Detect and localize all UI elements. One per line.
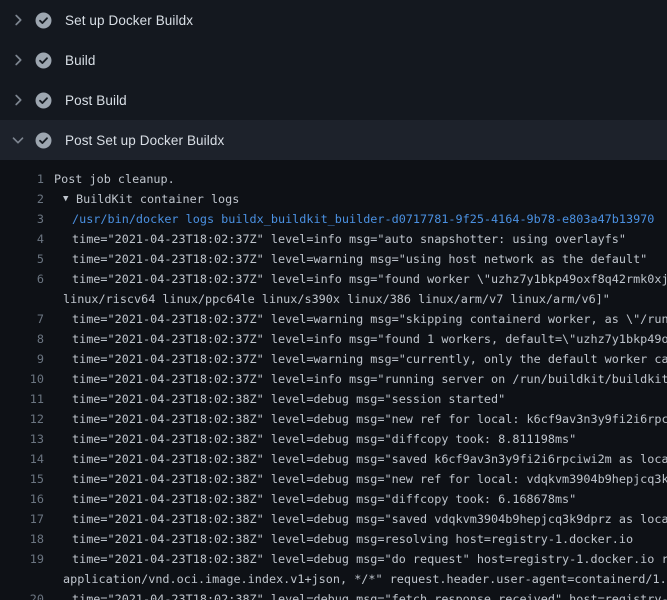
log-line: 11 time="2021-04-23T18:02:38Z" level=debu… [0,389,667,409]
log-line: 7 time="2021-04-23T18:02:37Z" level=warni… [0,309,667,329]
log-line: 20 time="2021-04-23T18:02:38Z" level=debu… [0,589,667,600]
log-group-title[interactable]: BuildKit container logs [76,189,239,209]
check-circle-icon [35,92,52,109]
log-line: 3/usr/bin/docker logs buildx_buildkit_bu… [0,209,667,229]
log-line-number[interactable]: 6 [0,269,44,289]
log-panel[interactable]: 1 Post job cleanup. 2 ▼BuildKit container l… [0,160,667,600]
step-header-post-set-up-docker-buildx[interactable]: Post Set up Docker Buildx [0,120,667,160]
log-line-number[interactable]: 1 [0,169,44,189]
log-text: time="2021-04-23T18:02:38Z" level=debug … [72,529,633,549]
log-line: 4 time="2021-04-23T18:02:37Z" level=info … [0,229,667,249]
log-text: time="2021-04-23T18:02:38Z" level=debug … [72,469,667,489]
log-line-number[interactable]: 18 [0,529,44,549]
log-line: linux/riscv64 linux/ppc64le linux/s390x … [0,289,667,309]
step-header-build[interactable]: Build [0,40,667,80]
group-collapse-icon[interactable]: ▼ [63,189,76,209]
log-line: 19 time="2021-04-23T18:02:38Z" level=debu… [0,549,667,569]
log-text: time="2021-04-23T18:02:38Z" level=debug … [72,449,667,469]
log-line-number[interactable]: 15 [0,469,44,489]
log-line: 13 time="2021-04-23T18:02:38Z" level=debu… [0,429,667,449]
log-text: time="2021-04-23T18:02:38Z" level=debug … [72,589,667,600]
step-title: Build [65,53,96,68]
log-line: 5 time="2021-04-23T18:02:37Z" level=warni… [0,249,667,269]
log-line: 16 time="2021-04-23T18:02:38Z" level=debu… [0,489,667,509]
step-title: Set up Docker Buildx [65,13,193,28]
chevron-right-icon [10,92,26,108]
log-line: 9 time="2021-04-23T18:02:37Z" level=warni… [0,349,667,369]
check-circle-icon [35,132,52,149]
log-line-number[interactable]: 13 [0,429,44,449]
log-line: 17 time="2021-04-23T18:02:38Z" level=debu… [0,509,667,529]
log-text: time="2021-04-23T18:02:38Z" level=debug … [72,389,505,409]
step-header-set-up-docker-buildx[interactable]: Set up Docker Buildx [0,0,667,40]
log-text: time="2021-04-23T18:02:38Z" level=debug … [72,409,667,429]
log-text: linux/riscv64 linux/ppc64le linux/s390x … [63,289,610,309]
log-line-number[interactable]: 7 [0,309,44,329]
log-line: 10 time="2021-04-23T18:02:37Z" level=info… [0,369,667,389]
log-line-number[interactable]: 14 [0,449,44,469]
log-line-number[interactable]: 12 [0,409,44,429]
log-line-number[interactable]: 8 [0,329,44,349]
log-line-number [0,569,44,589]
log-line: 18 time="2021-04-23T18:02:38Z" level=debu… [0,529,667,549]
log-line-number[interactable]: 17 [0,509,44,529]
chevron-right-icon [10,12,26,28]
log-line-number[interactable]: 4 [0,229,44,249]
log-text: time="2021-04-23T18:02:37Z" level=warnin… [72,249,647,269]
log-line-number[interactable]: 2 [0,189,44,209]
log-line-number[interactable]: 10 [0,369,44,389]
log-text: time="2021-04-23T18:02:37Z" level=warnin… [72,309,667,329]
log-command-text: /usr/bin/docker logs buildx_buildkit_bui… [72,209,654,229]
log-text: time="2021-04-23T18:02:37Z" level=warnin… [72,349,667,369]
log-line: 15 time="2021-04-23T18:02:38Z" level=debu… [0,469,667,489]
log-text: time="2021-04-23T18:02:38Z" level=debug … [72,549,667,569]
chevron-right-icon [10,52,26,68]
log-text: time="2021-04-23T18:02:38Z" level=debug … [72,489,576,509]
log-line-number[interactable]: 19 [0,549,44,569]
log-line: 14 time="2021-04-23T18:02:38Z" level=debu… [0,449,667,469]
log-text: time="2021-04-23T18:02:38Z" level=debug … [72,429,576,449]
log-line: 12 time="2021-04-23T18:02:38Z" level=debu… [0,409,667,429]
log-line: 8 time="2021-04-23T18:02:37Z" level=info … [0,329,667,349]
step-list: Set up Docker Buildx Build Post Build Post … [0,0,667,160]
log-text: time="2021-04-23T18:02:37Z" level=info m… [72,229,626,249]
log-text: time="2021-04-23T18:02:37Z" level=info m… [72,369,667,389]
log-line-number[interactable]: 9 [0,349,44,369]
actions-log-viewer: Set up Docker Buildx Build Post Build Post … [0,0,667,600]
check-circle-icon [35,52,52,69]
chevron-down-icon [10,132,26,148]
log-line-number[interactable]: 5 [0,249,44,269]
log-text: time="2021-04-23T18:02:37Z" level=info m… [72,269,667,289]
check-circle-icon [35,12,52,29]
log-text: Post job cleanup. [54,169,175,189]
log-text: time="2021-04-23T18:02:37Z" level=info m… [72,329,667,349]
log-line-number [0,289,44,309]
log-text: time="2021-04-23T18:02:38Z" level=debug … [72,509,667,529]
log-line: 1 Post job cleanup. [0,169,667,189]
log-line-number[interactable]: 16 [0,489,44,509]
log-line: application/vnd.oci.image.index.v1+json,… [0,569,667,589]
log-line-number[interactable]: 3 [0,209,44,229]
log-text: application/vnd.oci.image.index.v1+json,… [63,569,667,589]
log-line-number[interactable]: 11 [0,389,44,409]
step-title: Post Build [65,93,127,108]
step-title: Post Set up Docker Buildx [65,133,224,148]
log-line: 6 time="2021-04-23T18:02:37Z" level=info … [0,269,667,289]
log-line: 2 ▼BuildKit container logs [0,189,667,209]
log-line-number[interactable]: 20 [0,589,44,600]
step-header-post-build[interactable]: Post Build [0,80,667,120]
